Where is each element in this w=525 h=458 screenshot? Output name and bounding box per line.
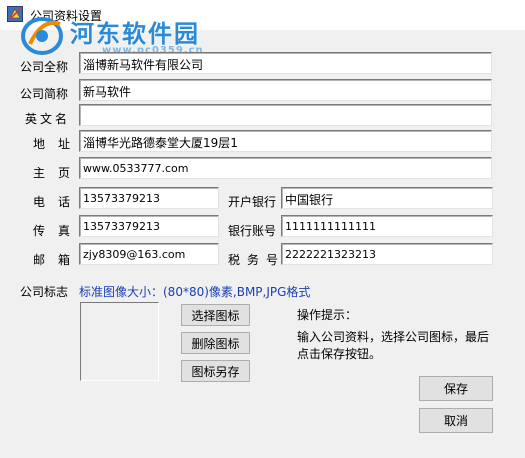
select-logo-button[interactable]: 选择图标 <box>181 304 250 326</box>
account-field[interactable]: 1111111111111 <box>281 215 493 237</box>
window-title: 公司资料设置 <box>30 9 103 23</box>
english-name-field[interactable] <box>79 104 492 126</box>
phone-field[interactable]: 13573379213 <box>79 187 219 209</box>
bank-label: 开户银行 <box>228 195 277 209</box>
save-button[interactable]: 保存 <box>419 376 493 401</box>
title-bar: 公司资料设置 <box>0 0 525 30</box>
email-field[interactable]: zjy8309@163.com <box>79 243 219 265</box>
account-label: 银行账号 <box>228 224 277 238</box>
full-name-field[interactable]: 淄博新马软件有限公司 <box>79 52 492 74</box>
help-title: 操作提示： <box>297 308 358 322</box>
bank-field[interactable]: 中国银行 <box>281 187 493 209</box>
app-icon <box>7 6 23 22</box>
logo-preview[interactable] <box>80 302 159 381</box>
fax-label: 传真 <box>33 224 84 238</box>
logo-size-hint: 标准图像大小：(80*80)像素,BMP,JPG格式 <box>79 285 311 299</box>
help-text: 输入公司资料，选择公司图标，最后点击保存按钮。 <box>297 330 490 361</box>
tax-number-label: 税务号 <box>228 253 286 267</box>
save-logo-as-button[interactable]: 图标另存 <box>181 360 250 382</box>
homepage-field[interactable]: www.0533777.com <box>79 157 492 179</box>
delete-logo-button[interactable]: 删除图标 <box>181 332 250 354</box>
logo-label: 公司标志 <box>20 285 69 299</box>
short-name-field[interactable]: 新马软件 <box>79 79 492 101</box>
full-name-label: 公司全称 <box>20 60 69 74</box>
fax-field[interactable]: 13573379213 <box>79 215 219 237</box>
short-name-label: 公司简称 <box>20 87 69 101</box>
tax-number-field[interactable]: 2222221323213 <box>281 243 493 265</box>
english-name-label: 英文名 <box>25 112 71 126</box>
address-label: 地址 <box>33 137 84 151</box>
email-label: 邮箱 <box>33 253 84 267</box>
cancel-button[interactable]: 取消 <box>419 408 493 433</box>
address-field[interactable]: 淄博华光路德泰堂大厦19层1 <box>79 130 492 152</box>
homepage-label: 主页 <box>33 166 84 180</box>
phone-label: 电话 <box>33 195 84 209</box>
